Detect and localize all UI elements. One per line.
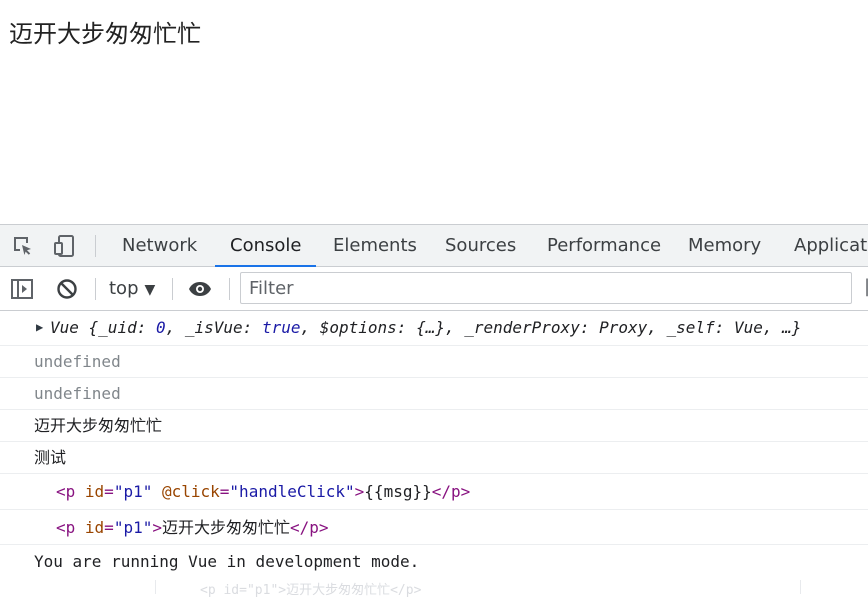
tab-sources[interactable]: Sources (445, 225, 516, 267)
context-value: top (109, 278, 139, 299)
context-selector[interactable]: top ▼ (109, 276, 155, 302)
console-row-dev-mode: You are running Vue in development mode. (34, 552, 420, 571)
console-row-vue-object[interactable]: ▶ Vue {_uid: 0, _isVue: true, $options: … (0, 312, 868, 346)
tab-elements[interactable]: Elements (333, 225, 417, 267)
drag-ghost-text: <p id="p1">迈开大步匆匆忙忙</p> (200, 583, 422, 598)
filter-input[interactable] (240, 272, 852, 304)
tab-console[interactable]: Console (230, 225, 301, 267)
console-toolbar: top ▼ | (0, 267, 868, 311)
page-viewport: 迈开大步匆匆忙忙 (0, 0, 868, 224)
clear-console-icon[interactable] (55, 277, 79, 301)
console-row-undefined: undefined (0, 346, 868, 378)
inspect-element-icon[interactable] (11, 234, 35, 258)
truncated-control: | (864, 276, 868, 297)
show-sidebar-icon[interactable] (10, 277, 34, 301)
vue-object-preview: Vue {_uid: 0, _isVue: true, $options: {…… (50, 318, 802, 337)
eye-icon[interactable] (188, 277, 212, 301)
devtools-panel: Network Console Elements Sources Perform… (0, 224, 868, 595)
console-row-rendered-element[interactable]: <p id="p1">迈开大步匆匆忙忙</p> (0, 510, 868, 545)
tab-network[interactable]: Network (122, 225, 197, 267)
toolbar-divider (95, 235, 96, 257)
page-heading: 迈开大步匆匆忙忙 (9, 20, 201, 48)
console-messages: ▶ Vue {_uid: 0, _isVue: true, $options: … (0, 312, 868, 579)
console-row-undefined: undefined (0, 378, 868, 410)
expand-triangle-icon[interactable]: ▶ (36, 312, 43, 343)
ghost-divider (800, 580, 801, 594)
chevron-down-icon: ▼ (144, 282, 156, 298)
tab-memory[interactable]: Memory (688, 225, 761, 267)
console-row-template-element[interactable]: <p id="p1" @click="handleClick">{{msg}}<… (0, 474, 868, 510)
console-row-log: 测试 (0, 442, 868, 474)
tab-application[interactable]: Applicatio (794, 225, 868, 267)
ghost-divider (155, 580, 156, 594)
toolbar-divider (172, 278, 173, 300)
toolbar-divider (229, 278, 230, 300)
toolbar-divider (95, 278, 96, 300)
console-row-log: 迈开大步匆匆忙忙 (0, 410, 868, 442)
tab-performance[interactable]: Performance (547, 225, 661, 267)
device-toolbar-icon[interactable] (53, 234, 77, 258)
devtools-tabbar: Network Console Elements Sources Perform… (0, 224, 868, 267)
